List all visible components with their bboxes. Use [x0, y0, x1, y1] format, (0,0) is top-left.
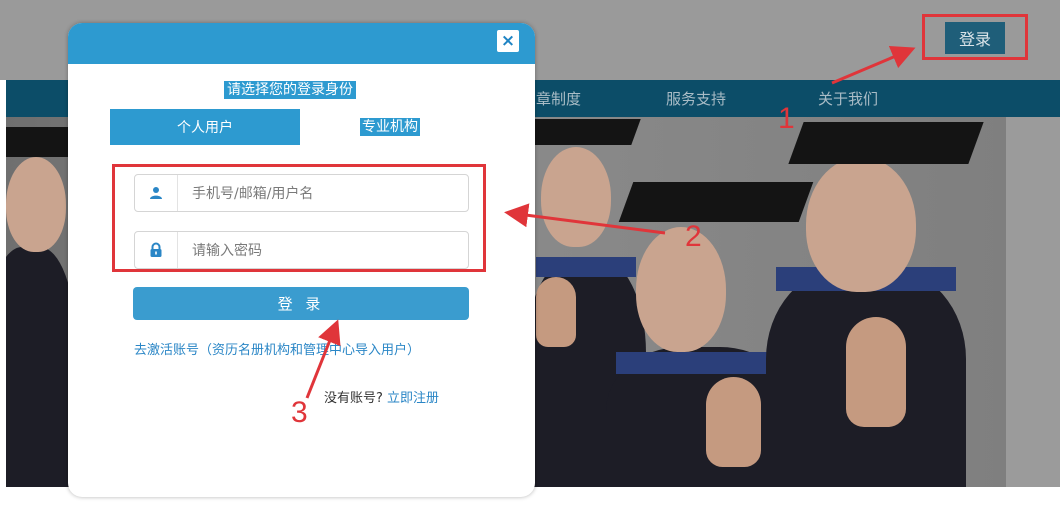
annotation-number-2: 2 [685, 220, 702, 253]
tab-professional-org[interactable]: 专业机构 [328, 109, 452, 145]
nav-item-about[interactable]: 关于我们 [818, 88, 878, 109]
close-icon[interactable]: × [497, 30, 519, 52]
login-button[interactable]: 登 录 [133, 287, 469, 320]
register-row: 没有账号? 立即注册 [324, 387, 439, 406]
annotation-number-1: 1 [778, 102, 795, 135]
tab-professional-org-label: 专业机构 [360, 118, 420, 136]
no-account-text: 没有账号? [324, 391, 383, 406]
tab-personal-user[interactable]: 个人用户 [110, 109, 300, 145]
annotation-box-login [922, 14, 1028, 60]
activate-account-link[interactable]: 去激活账号（资历名册机构和管理中心导入用户） [134, 341, 474, 360]
hero-side-strip [1006, 117, 1060, 487]
modal-header [68, 23, 535, 64]
annotation-number-3: 3 [291, 396, 308, 429]
nav-item-support[interactable]: 服务支持 [666, 88, 726, 109]
register-link[interactable]: 立即注册 [387, 391, 439, 406]
annotation-box-fields [112, 164, 486, 272]
modal-title: 请选择您的登录身份 [224, 81, 356, 99]
nav-item-rules[interactable]: 章制度 [536, 88, 581, 109]
